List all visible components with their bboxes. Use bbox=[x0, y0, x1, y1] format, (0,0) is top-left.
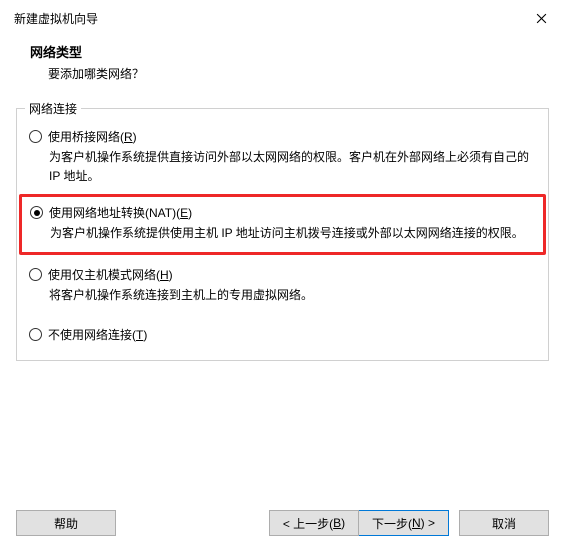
nav-button-group: < 上一步(B) 下一步(N) > bbox=[269, 510, 449, 536]
fieldset-legend: 网络连接 bbox=[25, 100, 81, 117]
radio-bridged[interactable]: 使用桥接网络(R) bbox=[29, 127, 536, 146]
option-bridged: 使用桥接网络(R) 为客户机操作系统提供直接访问外部以太网网络的权限。客户机在外… bbox=[29, 127, 536, 186]
radio-hostonly[interactable]: 使用仅主机模式网络(H) bbox=[29, 265, 536, 284]
radio-nat[interactable]: 使用网络地址转换(NAT)(E) bbox=[30, 203, 535, 222]
option-nat-highlight: 使用网络地址转换(NAT)(E) 为客户机操作系统提供使用主机 IP 地址访问主… bbox=[19, 194, 546, 254]
radio-bridged-description: 为客户机操作系统提供直接访问外部以太网网络的权限。客户机在外部网络上必须有自己的… bbox=[29, 148, 536, 186]
wizard-header: 网络类型 要添加哪类网络？ bbox=[0, 34, 565, 94]
radio-none-label: 不使用网络连接(T) bbox=[48, 326, 147, 343]
radio-nat-description: 为客户机操作系统提供使用主机 IP 地址访问主机拨号连接或外部以太网网络连接的权… bbox=[30, 224, 535, 243]
radio-bridged-label: 使用桥接网络(R) bbox=[48, 128, 137, 145]
back-button[interactable]: < 上一步(B) bbox=[269, 510, 359, 536]
network-connection-fieldset: 网络连接 使用桥接网络(R) 为客户机操作系统提供直接访问外部以太网网络的权限。… bbox=[16, 108, 549, 361]
radio-none[interactable]: 不使用网络连接(T) bbox=[29, 325, 536, 344]
close-button[interactable] bbox=[529, 8, 553, 28]
radio-hostonly-label: 使用仅主机模式网络(H) bbox=[48, 266, 173, 283]
next-button[interactable]: 下一步(N) > bbox=[359, 510, 449, 536]
close-icon bbox=[536, 13, 547, 24]
page-title: 网络类型 bbox=[30, 42, 565, 61]
radio-icon bbox=[30, 206, 43, 219]
button-bar: 帮助 < 上一步(B) 下一步(N) > 取消 bbox=[0, 510, 565, 536]
radio-icon bbox=[29, 130, 42, 143]
window-title: 新建虚拟机向导 bbox=[14, 10, 98, 27]
radio-hostonly-description: 将客户机操作系统连接到主机上的专用虚拟网络。 bbox=[29, 286, 536, 305]
help-button[interactable]: 帮助 bbox=[16, 510, 116, 536]
option-none: 不使用网络连接(T) bbox=[29, 325, 536, 344]
option-nat: 使用网络地址转换(NAT)(E) 为客户机操作系统提供使用主机 IP 地址访问主… bbox=[30, 203, 535, 243]
page-subtitle: 要添加哪类网络？ bbox=[30, 65, 565, 82]
radio-icon bbox=[29, 268, 42, 281]
radio-icon bbox=[29, 328, 42, 341]
titlebar: 新建虚拟机向导 bbox=[0, 0, 565, 34]
radio-nat-label: 使用网络地址转换(NAT)(E) bbox=[49, 204, 192, 221]
option-hostonly: 使用仅主机模式网络(H) 将客户机操作系统连接到主机上的专用虚拟网络。 bbox=[29, 265, 536, 305]
cancel-button[interactable]: 取消 bbox=[459, 510, 549, 536]
